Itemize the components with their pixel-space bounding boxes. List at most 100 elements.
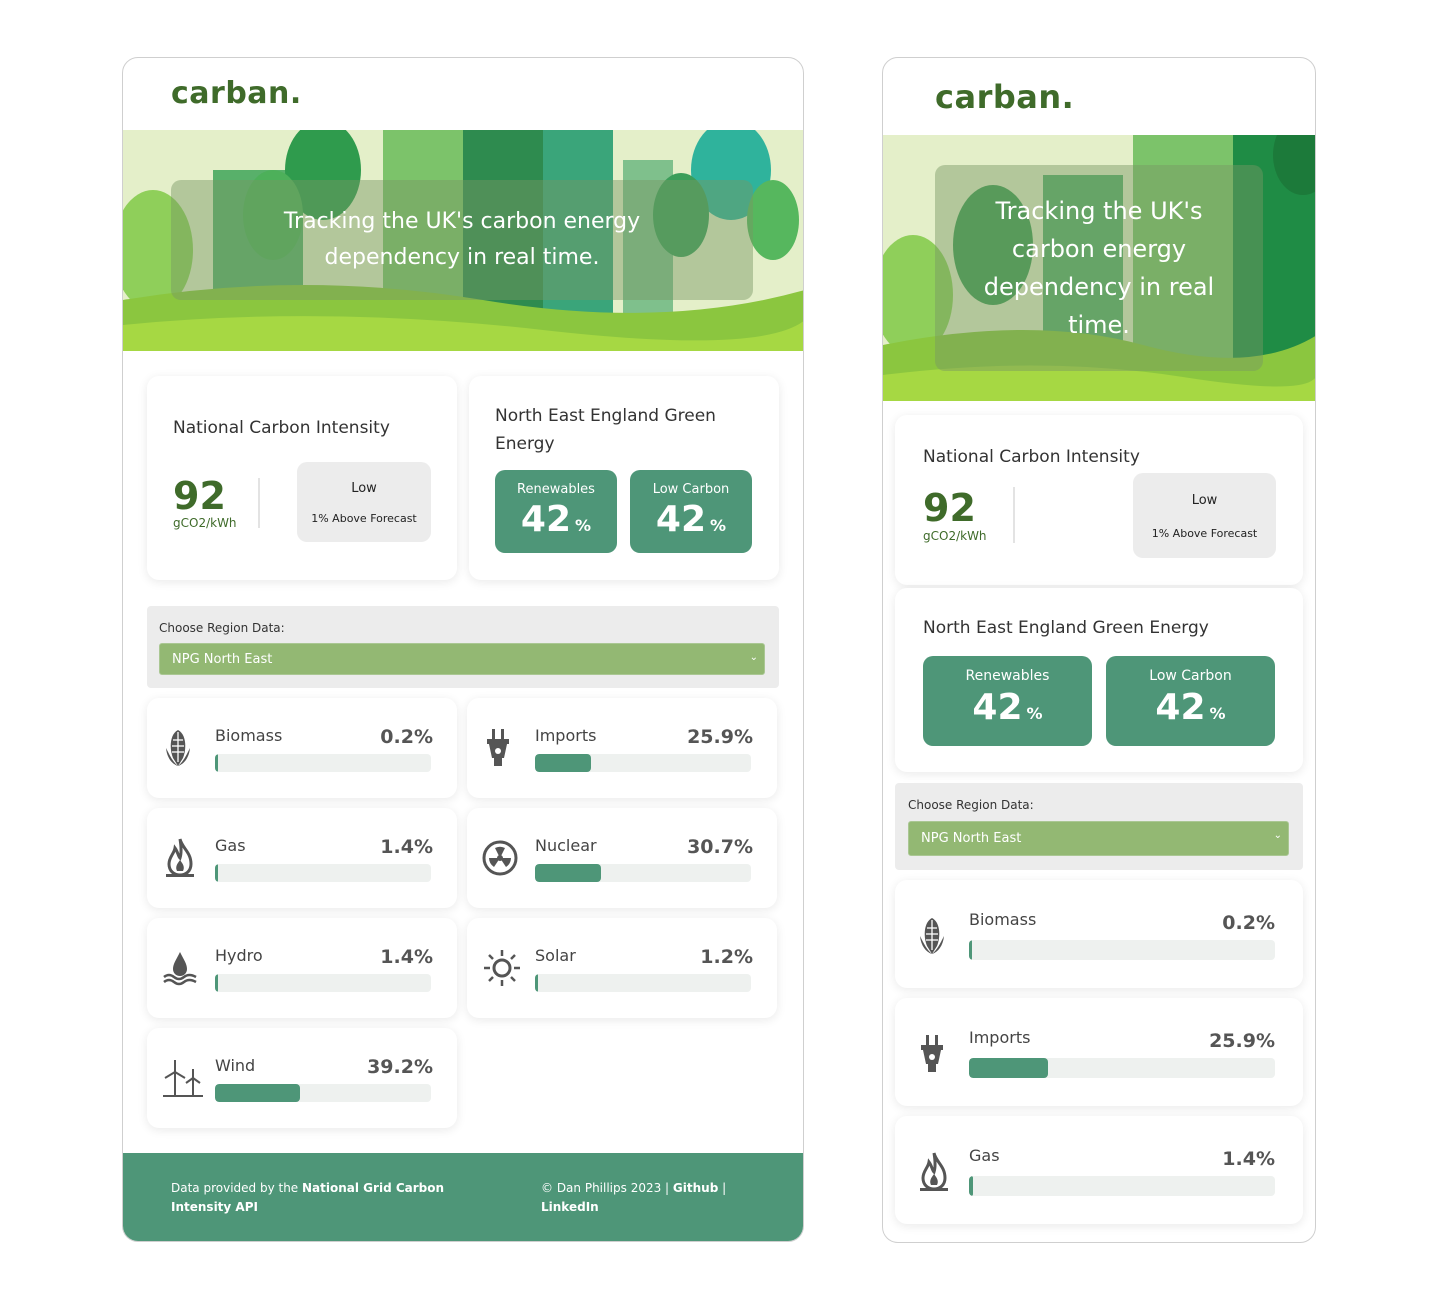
fuel-percentage: 0.2% xyxy=(1222,912,1275,934)
fuel-card-hydro: Hydro 1.4% xyxy=(147,918,457,1018)
fuel-percentage: 1.2% xyxy=(700,946,753,968)
fuel-name: Hydro xyxy=(215,946,263,965)
fuel-percentage: 1.4% xyxy=(380,946,433,968)
fuel-bar-track xyxy=(535,864,751,882)
card-title: National Carbon Intensity xyxy=(173,418,390,438)
national-intensity-card: National Carbon Intensity 92 gCO2/kWh Lo… xyxy=(895,415,1303,585)
fuel-bar-fill xyxy=(215,974,219,992)
fuel-bar-track xyxy=(969,940,1275,960)
fuel-bar-track xyxy=(535,974,751,992)
fuel-card-wind: Wind 39.2% xyxy=(147,1028,457,1128)
fuel-bar-track xyxy=(215,1084,431,1102)
renewables-value: 42% xyxy=(972,687,1043,728)
region-selector: Choose Region Data: NPG North East ⌄ xyxy=(147,606,779,688)
fuel-percentage: 0.2% xyxy=(380,726,433,748)
low-carbon-value: 42% xyxy=(1155,687,1226,728)
green-energy-card: North East England Green Energy Renewabl… xyxy=(469,376,779,580)
logo[interactable]: carban. xyxy=(935,78,1074,116)
fuel-name: Biomass xyxy=(969,910,1037,929)
fuel-percentage: 25.9% xyxy=(1209,1030,1275,1052)
region-selected-value: NPG North East xyxy=(172,651,273,667)
card-title: North East England Green Energy xyxy=(923,618,1209,638)
fuel-card-solar: Solar 1.2% xyxy=(467,918,777,1018)
renewables-box: Renewables 42% xyxy=(495,470,617,553)
region-label: Choose Region Data: xyxy=(159,621,285,635)
region-selected-value: NPG North East xyxy=(921,831,1022,846)
fuel-name: Solar xyxy=(535,946,576,965)
intensity-value: 92 xyxy=(923,486,976,530)
fuel-name: Imports xyxy=(535,726,597,745)
intensity-status-box: Low 1% Above Forecast xyxy=(297,462,431,542)
flame-icon xyxy=(915,1150,953,1198)
hero-tagline: Tracking the UK's carbon energy dependen… xyxy=(935,165,1263,371)
renewables-box: Renewables 42% xyxy=(923,656,1092,746)
fuel-bar-fill xyxy=(969,940,972,960)
flame-icon xyxy=(161,836,199,884)
fuel-card-gas: Gas 1.4% xyxy=(147,808,457,908)
green-energy-card: North East England Green Energy Renewabl… xyxy=(895,588,1303,772)
forecast-label: 1% Above Forecast xyxy=(311,512,417,525)
renewables-value: 42% xyxy=(520,499,592,540)
fuel-card-imports: Imports 25.9% xyxy=(895,998,1303,1106)
linkedin-link[interactable]: LinkedIn xyxy=(541,1200,599,1214)
intensity-unit: gCO2/kWh xyxy=(173,516,237,530)
region-selector: Choose Region Data: NPG North East ⌄ xyxy=(895,783,1303,870)
fuel-bar-track xyxy=(215,974,431,992)
national-intensity-card: National Carbon Intensity 92 gCO2/kWh Lo… xyxy=(147,376,457,580)
fuel-card-biomass: Biomass 0.2% xyxy=(147,698,457,798)
fuel-card-nuclear: Nuclear 30.7% xyxy=(467,808,777,908)
corn-icon xyxy=(915,914,949,962)
mobile-preview: carban. Tracking the UK's carbon energy … xyxy=(882,57,1316,1243)
region-dropdown[interactable]: NPG North East ⌄ xyxy=(159,643,765,675)
fuel-name: Gas xyxy=(969,1146,1000,1165)
status-label: Low xyxy=(351,481,377,496)
region-label: Choose Region Data: xyxy=(908,798,1034,812)
chevron-down-icon: ⌄ xyxy=(749,652,758,663)
chevron-down-icon: ⌄ xyxy=(1273,830,1282,841)
sun-icon xyxy=(481,946,523,994)
card-title: North East England Green Energy xyxy=(495,406,716,454)
plug-icon xyxy=(481,726,515,774)
fuel-name: Gas xyxy=(215,836,246,855)
fuel-bar-track xyxy=(215,754,431,772)
corn-icon xyxy=(161,726,195,774)
status-label: Low xyxy=(1191,493,1218,508)
footer: Data provided by the National Grid Carbo… xyxy=(123,1153,803,1241)
wind-turbine-icon xyxy=(161,1056,205,1104)
fuel-bar-fill xyxy=(969,1058,1049,1078)
fuel-name: Nuclear xyxy=(535,836,597,855)
fuel-percentage: 30.7% xyxy=(687,836,753,858)
divider xyxy=(258,478,260,528)
low-carbon-box: Low Carbon 42% xyxy=(630,470,752,553)
fuel-name: Biomass xyxy=(215,726,283,745)
logo[interactable]: carban. xyxy=(171,76,302,111)
intensity-unit: gCO2/kWh xyxy=(923,529,987,543)
hero-banner: Tracking the UK's carbon energy dependen… xyxy=(123,130,803,351)
hero-banner: Tracking the UK's carbon energy dependen… xyxy=(883,135,1315,401)
renewables-label: Renewables xyxy=(965,668,1050,684)
fuel-bar-track xyxy=(969,1058,1275,1078)
divider xyxy=(1013,487,1015,543)
low-carbon-value: 42% xyxy=(655,499,727,540)
fuel-bar-track xyxy=(969,1176,1275,1196)
footer-attribution: Data provided by the National Grid Carbo… xyxy=(171,1181,445,1214)
fuel-name: Wind xyxy=(215,1056,256,1075)
fuel-bar-fill xyxy=(215,1084,300,1102)
fuel-card-gas: Gas 1.4% xyxy=(895,1116,1303,1224)
low-carbon-label: Low Carbon xyxy=(1149,668,1232,684)
fuel-bar-fill xyxy=(535,754,591,772)
hero-tagline: Tracking the UK's carbon energy dependen… xyxy=(171,180,753,300)
github-link[interactable]: Github xyxy=(673,1181,718,1195)
fuel-bar-fill xyxy=(535,864,602,882)
fuel-bar-track xyxy=(535,754,751,772)
fuel-percentage: 1.4% xyxy=(1222,1148,1275,1170)
fuel-percentage: 1.4% xyxy=(380,836,433,858)
fuel-bar-fill xyxy=(969,1176,974,1196)
fuel-bar-fill xyxy=(215,754,218,772)
footer-credits: © Dan Phillips 2023 | Github | LinkedIn xyxy=(541,1181,727,1214)
low-carbon-box: Low Carbon 42% xyxy=(1106,656,1275,746)
water-drop-icon xyxy=(161,946,199,994)
region-dropdown[interactable]: NPG North East ⌄ xyxy=(908,821,1289,856)
intensity-value: 92 xyxy=(173,474,226,518)
plug-icon xyxy=(915,1032,949,1080)
